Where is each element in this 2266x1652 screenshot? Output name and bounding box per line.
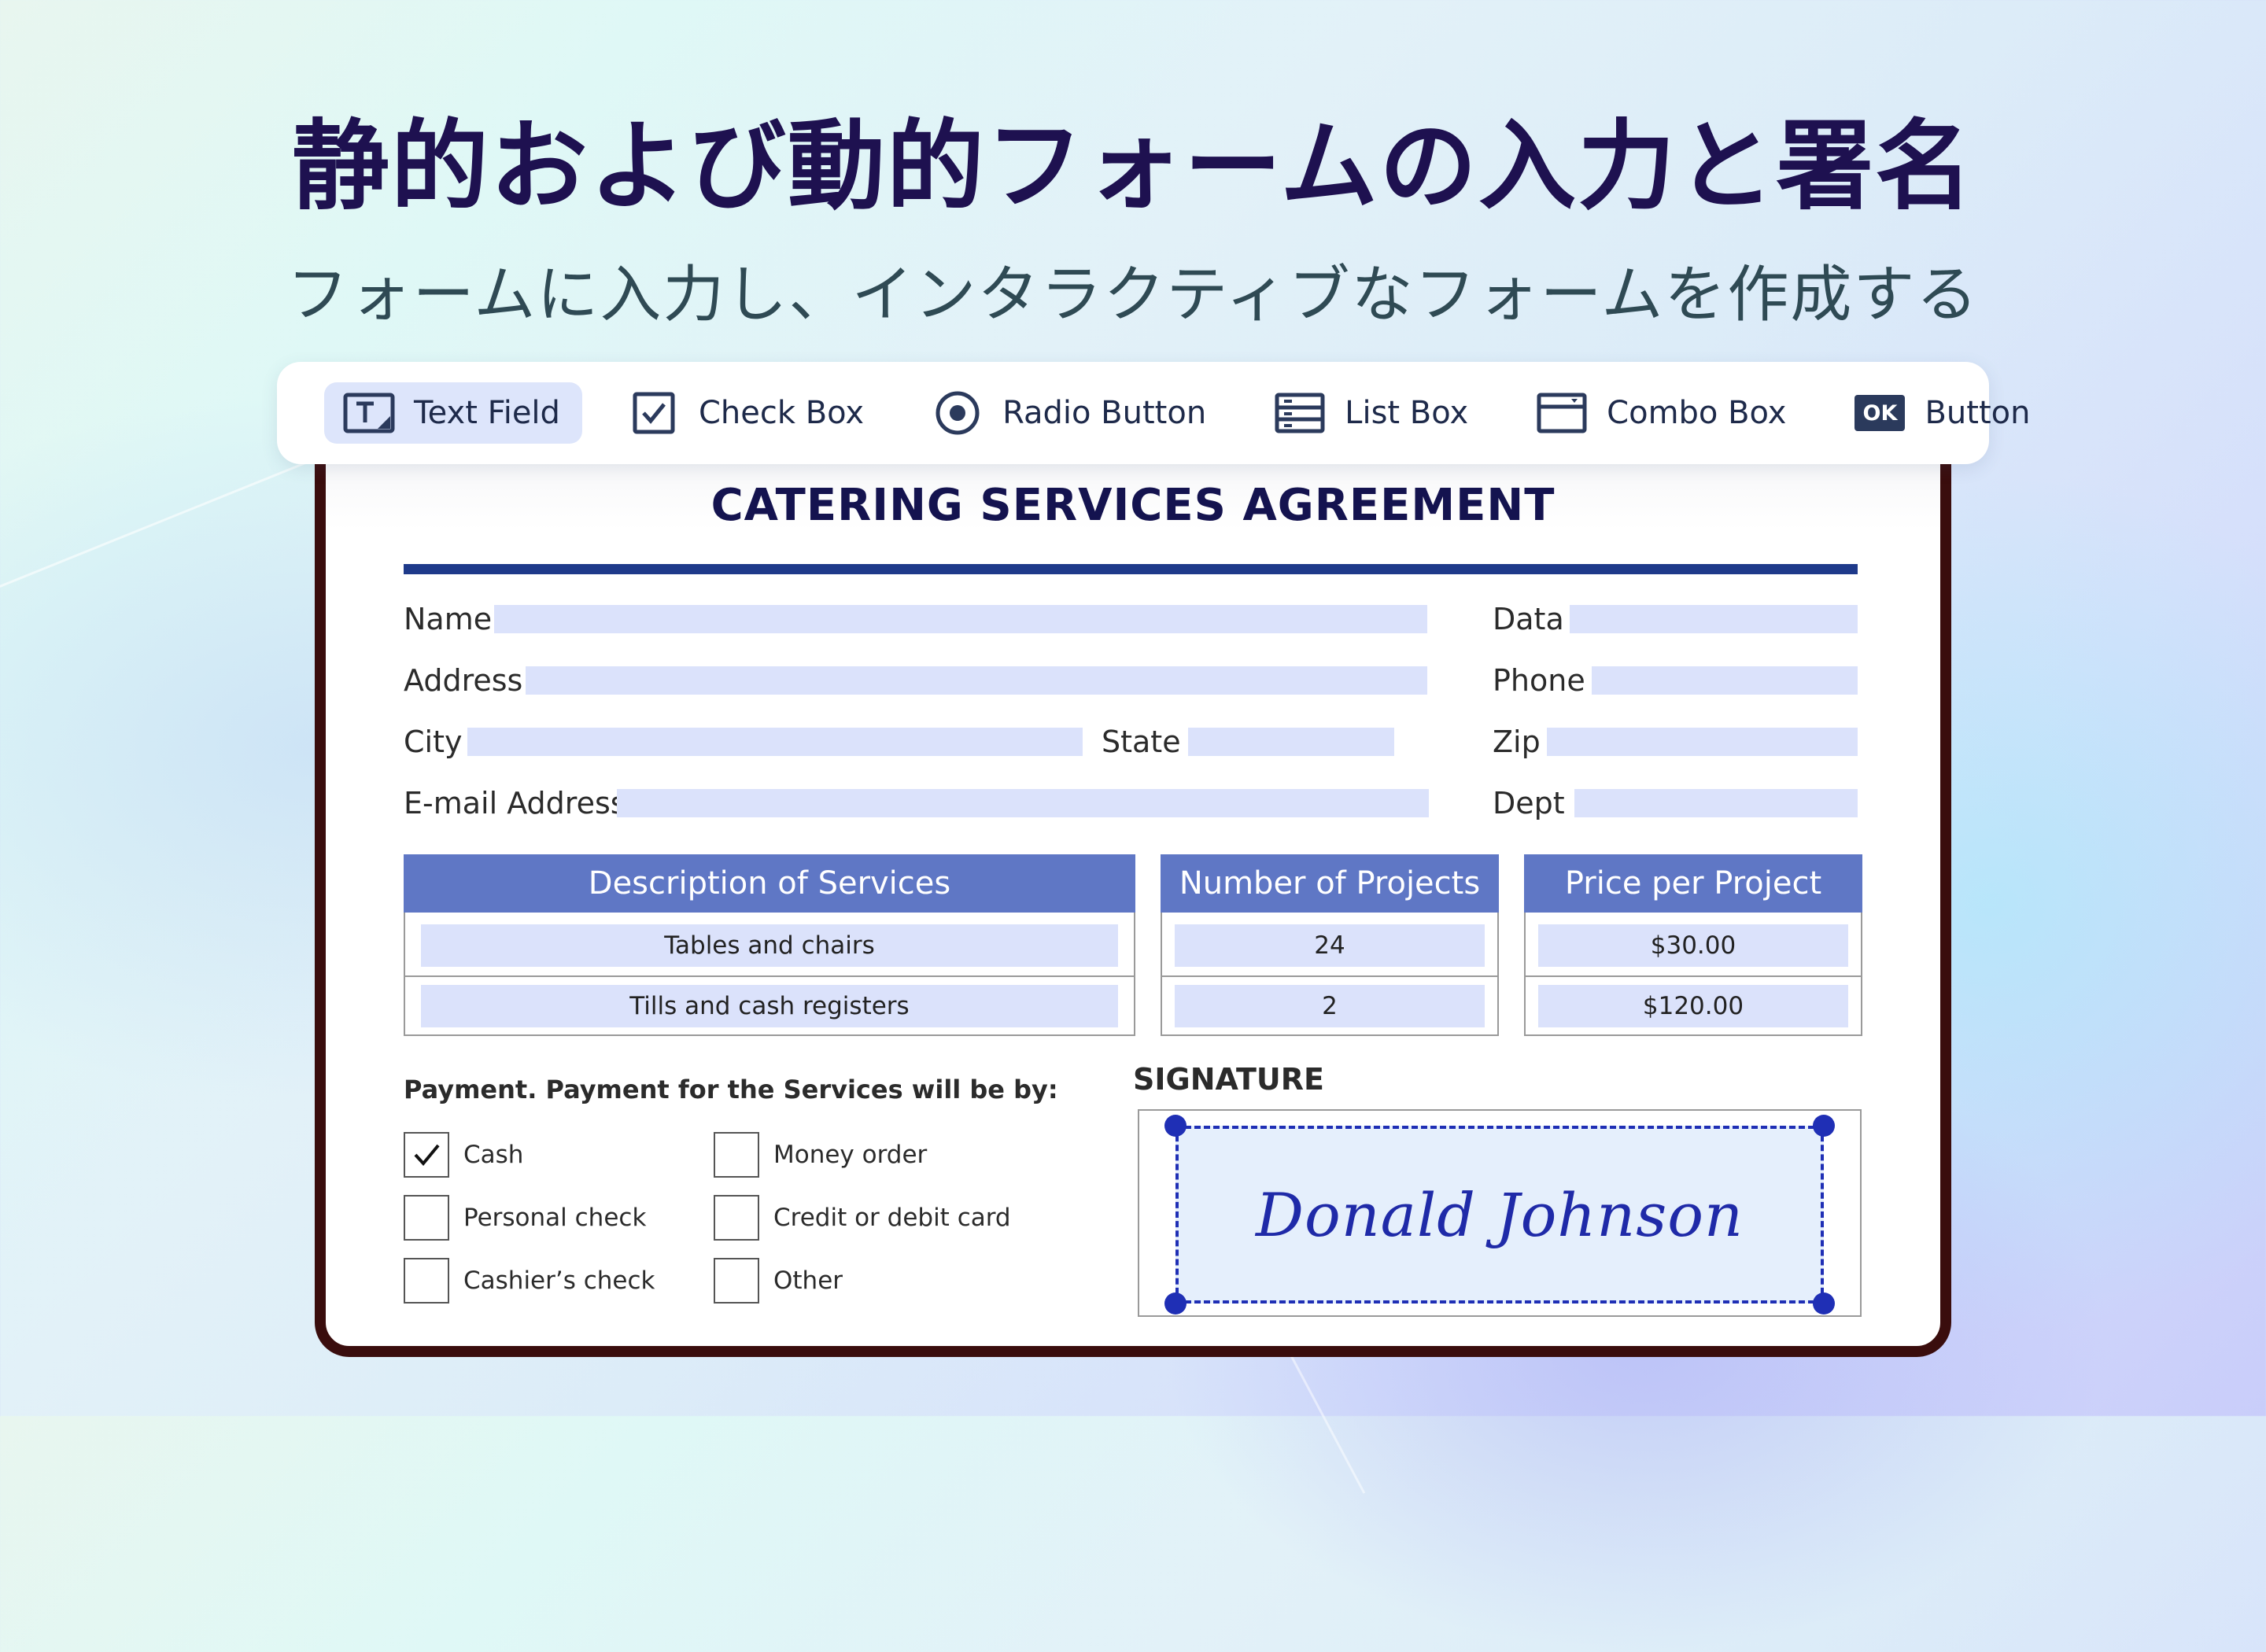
signature[interactable]: Donald Johnson — [1175, 1126, 1824, 1304]
other-checkbox[interactable] — [714, 1258, 759, 1304]
headline: 静的および動的フォームの入力と署名 — [291, 110, 1975, 223]
combo-box-icon — [1536, 392, 1588, 434]
city-label: City — [404, 725, 463, 759]
tool-radio-button[interactable]: Radio Button — [913, 382, 1228, 444]
table-cell[interactable]: 24 — [1175, 924, 1485, 967]
other-label: Other — [773, 1267, 843, 1295]
zip-field[interactable] — [1547, 728, 1858, 756]
email-field[interactable] — [617, 789, 1429, 817]
tool-combo-box[interactable]: Combo Box — [1517, 382, 1808, 444]
name-label: Name — [404, 602, 493, 636]
table-cell[interactable]: Tables and chairs — [421, 924, 1118, 967]
phone-field[interactable] — [1592, 666, 1858, 695]
list-box-icon — [1274, 392, 1326, 434]
title-rule — [404, 564, 1858, 574]
cashiers-check-checkbox[interactable] — [404, 1258, 449, 1304]
personal-check-label: Personal check — [463, 1204, 647, 1232]
address-field[interactable] — [526, 666, 1427, 695]
tool-button[interactable]: OK Button — [1835, 382, 2052, 444]
tool-list-box-label: List Box — [1345, 395, 1469, 431]
address-label: Address — [404, 663, 523, 698]
tool-check-box[interactable]: Check Box — [609, 382, 886, 444]
state-label: State — [1102, 725, 1181, 759]
subheadline: フォームに入力し、インタラクティブなフォームを作成する — [286, 260, 1980, 330]
document-title: CATERING SERVICES AGREEMENT — [710, 480, 1556, 531]
name-field[interactable] — [494, 605, 1427, 633]
row-divider — [404, 975, 1135, 977]
money-order-label: Money order — [773, 1141, 928, 1169]
tool-check-box-label: Check Box — [698, 395, 865, 431]
table-header: Number of Projects — [1161, 854, 1499, 913]
credit-card-checkbox[interactable] — [714, 1195, 759, 1241]
tool-text-field[interactable]: Text Field — [324, 382, 582, 444]
tool-button-label: Button — [1925, 395, 2031, 431]
cash-label: Cash — [463, 1141, 524, 1169]
tool-combo-box-label: Combo Box — [1607, 395, 1787, 431]
cashiers-check-label: Cashier’s check — [463, 1267, 655, 1295]
dept-label: Dept — [1493, 786, 1565, 820]
table-cell[interactable]: Tills and cash registers — [421, 985, 1118, 1027]
data-label: Data — [1493, 602, 1564, 636]
resize-handle[interactable] — [1813, 1292, 1835, 1315]
table-header: Price per Project — [1524, 854, 1862, 913]
city-field[interactable] — [467, 728, 1083, 756]
email-label: E-mail Address — [404, 786, 626, 820]
signature-heading: SIGNATURE — [1133, 1062, 1324, 1097]
phone-label: Phone — [1493, 663, 1585, 698]
resize-handle[interactable] — [1813, 1115, 1835, 1137]
form-field-toolbar: Text Field Check Box Radio Button List B… — [277, 362, 2030, 464]
zip-label: Zip — [1493, 725, 1541, 759]
table-header: Description of Services — [404, 854, 1135, 913]
money-order-checkbox[interactable] — [714, 1132, 759, 1178]
payment-heading: Payment. Payment for the Services will b… — [404, 1075, 1058, 1104]
tool-radio-button-label: Radio Button — [1002, 395, 1207, 431]
row-divider — [1161, 975, 1499, 977]
credit-card-label: Credit or debit card — [773, 1204, 1011, 1232]
resize-handle[interactable] — [1164, 1115, 1187, 1137]
dept-field[interactable] — [1574, 789, 1858, 817]
text-field-icon — [343, 392, 395, 434]
check-box-icon — [628, 392, 680, 434]
personal-check-checkbox[interactable] — [404, 1195, 449, 1241]
cash-checkbox[interactable] — [404, 1132, 449, 1178]
tool-text-field-label: Text Field — [414, 395, 560, 431]
table-cell[interactable]: $120.00 — [1538, 985, 1848, 1027]
state-field[interactable] — [1188, 728, 1394, 756]
tool-list-box[interactable]: List Box — [1255, 382, 1490, 444]
resize-handle[interactable] — [1164, 1292, 1187, 1315]
checkmark-icon — [414, 1144, 440, 1167]
row-divider — [1524, 975, 1862, 977]
button-icon: OK — [1854, 392, 1906, 434]
table-cell[interactable]: 2 — [1175, 985, 1485, 1027]
table-cell[interactable]: $30.00 — [1538, 924, 1848, 967]
radio-button-icon — [932, 391, 984, 435]
data-field[interactable] — [1570, 605, 1858, 633]
